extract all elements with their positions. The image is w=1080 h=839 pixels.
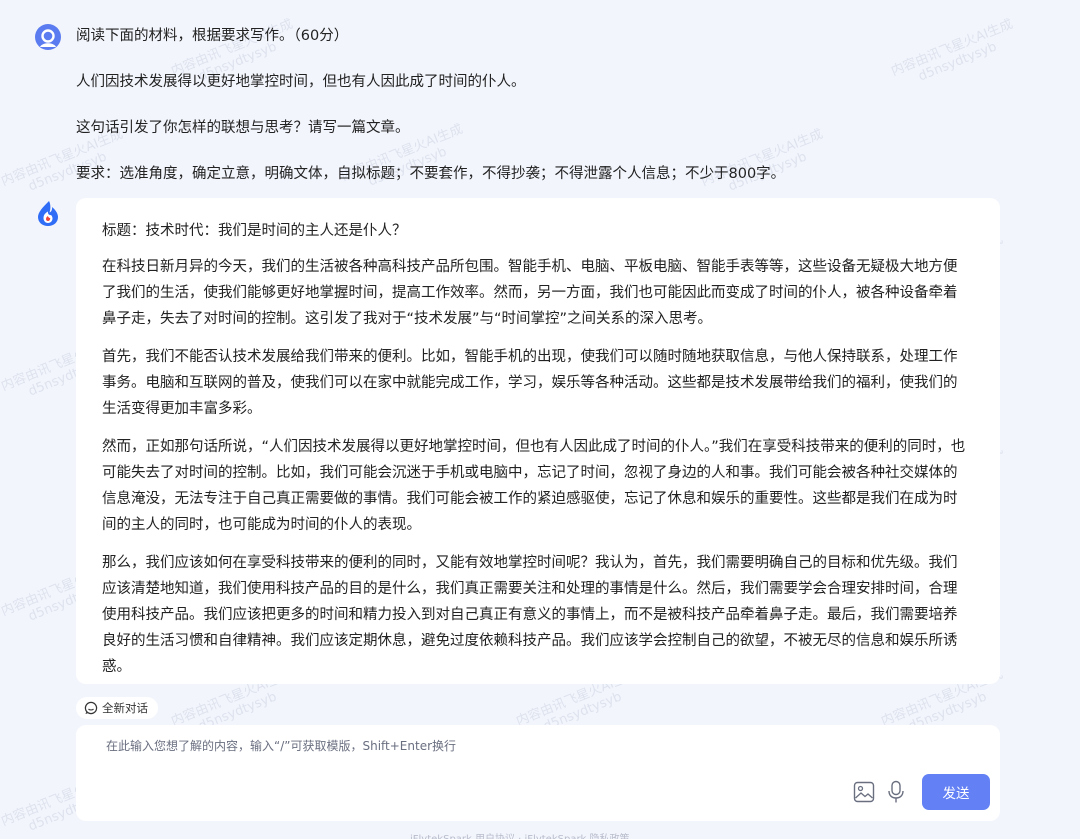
footer-links[interactable]: iFlytekSpark 用户协议 · iFlytekSpark 隐私政策 xyxy=(410,830,630,839)
answer-title: 标题：技术时代：我们是时间的主人还是仆人？ xyxy=(102,223,407,239)
answer-card: 标题：技术时代：我们是时间的主人还是仆人？ 在科技日新月异的今天，我们的生活被各… xyxy=(76,198,1000,684)
answer-paragraph: 然而，正如那句话所说，“人们因技术发展得以更好地掌控时间，但也有人因此成了时间的… xyxy=(102,439,966,533)
send-button[interactable]: 发送 xyxy=(922,774,990,810)
user-avatar-icon xyxy=(35,24,61,50)
new-chat-button[interactable]: 全新对话 xyxy=(76,697,158,719)
prompt-line: 要求：选准角度，确定立意，明确文体，自拟标题；不要套作，不得抄袭；不得泄露个人信… xyxy=(76,166,786,182)
chat-bubble-icon xyxy=(84,701,98,715)
microphone-icon[interactable] xyxy=(886,780,906,804)
prompt-line: 阅读下面的材料，根据要求写作。（60分） xyxy=(76,28,349,44)
prompt-line: 人们因技术发展得以更好地掌控时间，但也有人因此成了时间的仆人。 xyxy=(76,74,526,90)
chat-input-box: 发送 xyxy=(76,725,1000,821)
answer-paragraph: 那么，我们应该如何在享受科技带来的便利的同时，又能有效地掌控时间呢？我认为，首先… xyxy=(102,555,958,675)
chat-input[interactable] xyxy=(106,739,806,753)
user-prompt: 阅读下面的材料，根据要求写作。（60分） 人们因技术发展得以更好地掌控时间，但也… xyxy=(76,26,1036,210)
prompt-line: 这句话引发了你怎样的联想与思考？请写一篇文章。 xyxy=(76,120,410,136)
answer-paragraph: 在科技日新月异的今天，我们的生活被各种高科技产品所包围。智能手机、电脑、平板电脑… xyxy=(102,259,958,327)
spark-logo-icon xyxy=(38,201,58,226)
image-icon[interactable] xyxy=(853,781,875,803)
new-chat-label: 全新对话 xyxy=(102,701,148,715)
answer-paragraph: 首先，我们不能否认技术发展给我们带来的便利。比如，智能手机的出现，使我们可以随时… xyxy=(102,349,958,417)
